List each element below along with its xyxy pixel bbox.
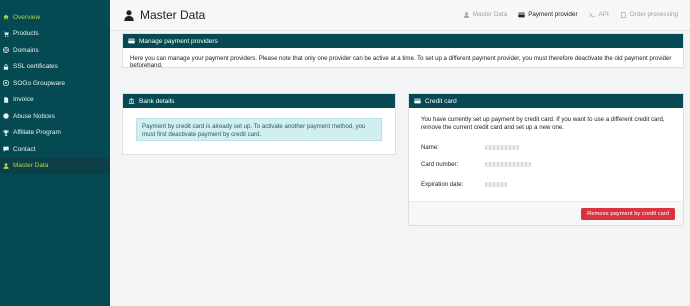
sidebar-item-ssl-certificates[interactable]: SSL certificates xyxy=(0,59,110,76)
tab-label: Payment provider xyxy=(528,11,578,18)
bank-details-panel: Bank details Payment by credit card is a… xyxy=(122,93,396,155)
sidebar: Overview Products Domains SSL certificat… xyxy=(0,0,110,306)
manage-providers-panel: Manage payment providers Here you can ma… xyxy=(122,33,684,69)
remove-credit-card-button[interactable]: Remove payment by credit card xyxy=(581,208,675,220)
credit-card-icon xyxy=(414,98,421,104)
sidebar-item-overview[interactable]: Overview xyxy=(0,9,110,26)
name-label: Name: xyxy=(421,144,439,151)
panel-header: Manage payment providers xyxy=(123,34,683,48)
bank-icon xyxy=(128,98,135,104)
tab-payment-provider[interactable]: Payment provider xyxy=(518,11,578,18)
user-icon xyxy=(124,9,134,21)
card-number-label: Card number: xyxy=(421,161,459,168)
sidebar-item-label: Affiliate Program xyxy=(13,129,61,137)
sidebar-item-invoice[interactable]: Invoice xyxy=(0,92,110,109)
invoice-icon xyxy=(3,97,9,103)
panel-description: Here you can manage your payment provide… xyxy=(130,55,672,69)
sidebar-item-label: Master Data xyxy=(13,162,49,170)
user-icon xyxy=(3,163,9,169)
groupware-icon xyxy=(3,80,9,87)
name-value-redacted xyxy=(485,145,519,150)
main-content: Master Data Master Data Payment provider… xyxy=(110,0,690,306)
panel-footer: Remove payment by credit card xyxy=(409,201,683,225)
sidebar-item-label: Products xyxy=(13,30,39,38)
user-icon xyxy=(463,11,470,18)
tab-label: Order processing xyxy=(629,11,678,18)
credit-card-intro: You have currently set up payment by cre… xyxy=(421,116,665,131)
home-icon xyxy=(3,14,9,20)
sidebar-item-domains[interactable]: Domains xyxy=(0,42,110,59)
panel-title: Credit card xyxy=(425,97,457,105)
tab-master-data[interactable]: Master Data xyxy=(463,11,507,18)
panel-title: Manage payment providers xyxy=(139,37,218,45)
tab-bar: Master Data Payment provider API Order p… xyxy=(463,11,678,18)
credit-card-icon xyxy=(128,38,135,44)
page-title: Master Data xyxy=(124,8,205,22)
tab-api[interactable]: API xyxy=(588,11,609,18)
sidebar-item-label: Abuse Notices xyxy=(13,112,55,120)
card-number-redacted xyxy=(485,162,531,167)
sidebar-item-master-data[interactable]: Master Data xyxy=(0,157,110,174)
sidebar-item-sogo-groupware[interactable]: SOGo Groupware xyxy=(0,75,110,92)
expiration-date-redacted xyxy=(485,182,507,187)
cart-icon xyxy=(3,31,9,37)
document-icon xyxy=(620,11,627,18)
credit-card-panel: Credit card You have currently set up pa… xyxy=(408,93,684,226)
credit-card-icon xyxy=(518,12,525,18)
sidebar-item-label: Contact xyxy=(13,145,36,153)
sidebar-item-label: SOGo Groupware xyxy=(13,79,66,87)
tab-label: API xyxy=(598,11,609,18)
message-icon xyxy=(3,146,9,152)
sidebar-item-affiliate-program[interactable]: Affiliate Program xyxy=(0,125,110,142)
trophy-icon xyxy=(3,130,9,136)
panel-header: Bank details xyxy=(123,94,395,108)
panel-header: Credit card xyxy=(409,94,683,108)
info-alert: Payment by credit card is already set up… xyxy=(136,118,382,141)
alert-text: Payment by credit card is already set up… xyxy=(142,123,366,138)
sidebar-item-products[interactable]: Products xyxy=(0,26,110,43)
tab-label: Master Data xyxy=(472,11,508,18)
alert-icon xyxy=(3,113,9,119)
page-title-text: Master Data xyxy=(140,8,206,22)
lock-icon xyxy=(3,64,9,70)
globe-icon xyxy=(3,47,9,54)
page-header: Master Data Master Data Payment provider… xyxy=(110,0,690,31)
tab-order-processing[interactable]: Order processing xyxy=(620,11,678,18)
sidebar-item-label: Domains xyxy=(13,46,39,54)
sidebar-item-abuse-notices[interactable]: Abuse Notices xyxy=(0,108,110,125)
sidebar-item-contact[interactable]: Contact xyxy=(0,141,110,158)
panel-title: Bank details xyxy=(139,97,175,105)
terminal-icon xyxy=(588,12,596,18)
expiration-date-label: Expiration date: xyxy=(421,181,464,188)
sidebar-item-label: Invoice xyxy=(13,96,34,104)
sidebar-item-label: SSL certificates xyxy=(13,63,58,71)
sidebar-item-label: Overview xyxy=(13,13,41,21)
